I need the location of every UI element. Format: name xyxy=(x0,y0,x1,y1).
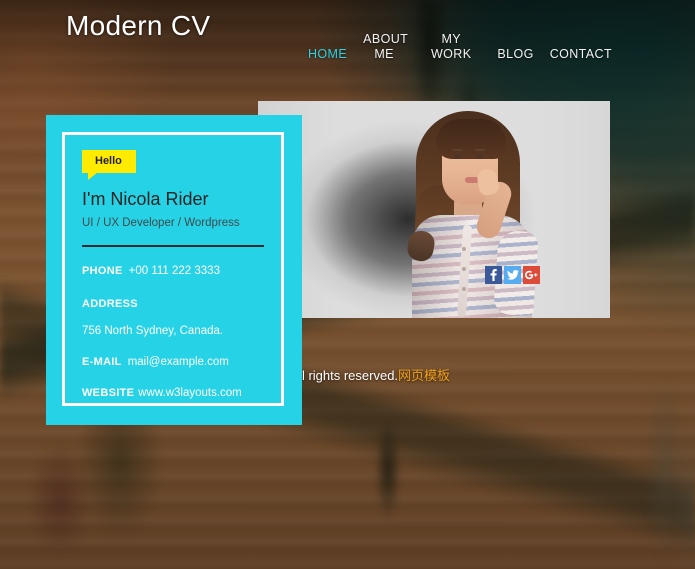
email-label: E-MAIL xyxy=(82,356,122,368)
nav-item-home[interactable]: HOME xyxy=(300,47,355,62)
nav-item-about-me[interactable]: ABOUT ME xyxy=(355,32,413,62)
template-source-link[interactable]: 网页模板 xyxy=(398,368,450,383)
address-value: 756 North Sydney, Canada. xyxy=(82,325,224,337)
facebook-icon[interactable] xyxy=(485,266,502,284)
address-label: ADDRESS xyxy=(82,298,138,310)
email-value[interactable]: mail@example.com xyxy=(128,356,229,368)
profile-name: I'm Nicola Rider xyxy=(82,189,209,209)
social-share-buttons xyxy=(485,266,540,284)
page-root: Modern CV HOME ABOUT ME MY WORK BLOG CON… xyxy=(0,0,695,569)
main-navigation: HOME ABOUT ME MY WORK BLOG CONTACT xyxy=(300,32,620,62)
site-logo[interactable]: Modern CV xyxy=(66,10,210,42)
nav-item-my-work[interactable]: MY WORK xyxy=(413,32,489,62)
photo-edge-shade xyxy=(258,101,610,318)
phone-value: +00 111 222 3333 xyxy=(128,265,220,277)
profile-divider xyxy=(82,245,264,247)
info-row-website: WEBSITE www.w3layouts.com xyxy=(82,385,272,400)
nav-item-contact[interactable]: CONTACT xyxy=(542,47,620,62)
website-value[interactable]: www.w3layouts.com xyxy=(138,387,242,399)
hello-badge: Hello xyxy=(82,150,136,180)
website-label: WEBSITE xyxy=(82,387,135,399)
twitter-icon[interactable] xyxy=(504,266,521,284)
hero-photo-panel xyxy=(258,101,610,318)
nav-item-blog[interactable]: BLOG xyxy=(489,47,541,62)
googleplus-icon[interactable] xyxy=(523,266,540,284)
info-row-address-label: ADDRESS xyxy=(82,296,272,311)
info-row-email: E-MAIL mail@example.com xyxy=(82,354,272,369)
profile-role: UI / UX Developer / Wordpress xyxy=(82,217,240,229)
phone-label: PHONE xyxy=(82,265,123,277)
info-row-address-value: 756 North Sydney, Canada. xyxy=(82,323,272,338)
profile-card: Hello I'm Nicola Rider UI / UX Developer… xyxy=(46,115,302,425)
profile-card-content: Hello I'm Nicola Rider UI / UX Developer… xyxy=(82,150,272,400)
info-row-phone: PHONE +00 111 222 3333 xyxy=(82,263,272,278)
site-header: Modern CV HOME ABOUT ME MY WORK BLOG CON… xyxy=(0,0,695,95)
